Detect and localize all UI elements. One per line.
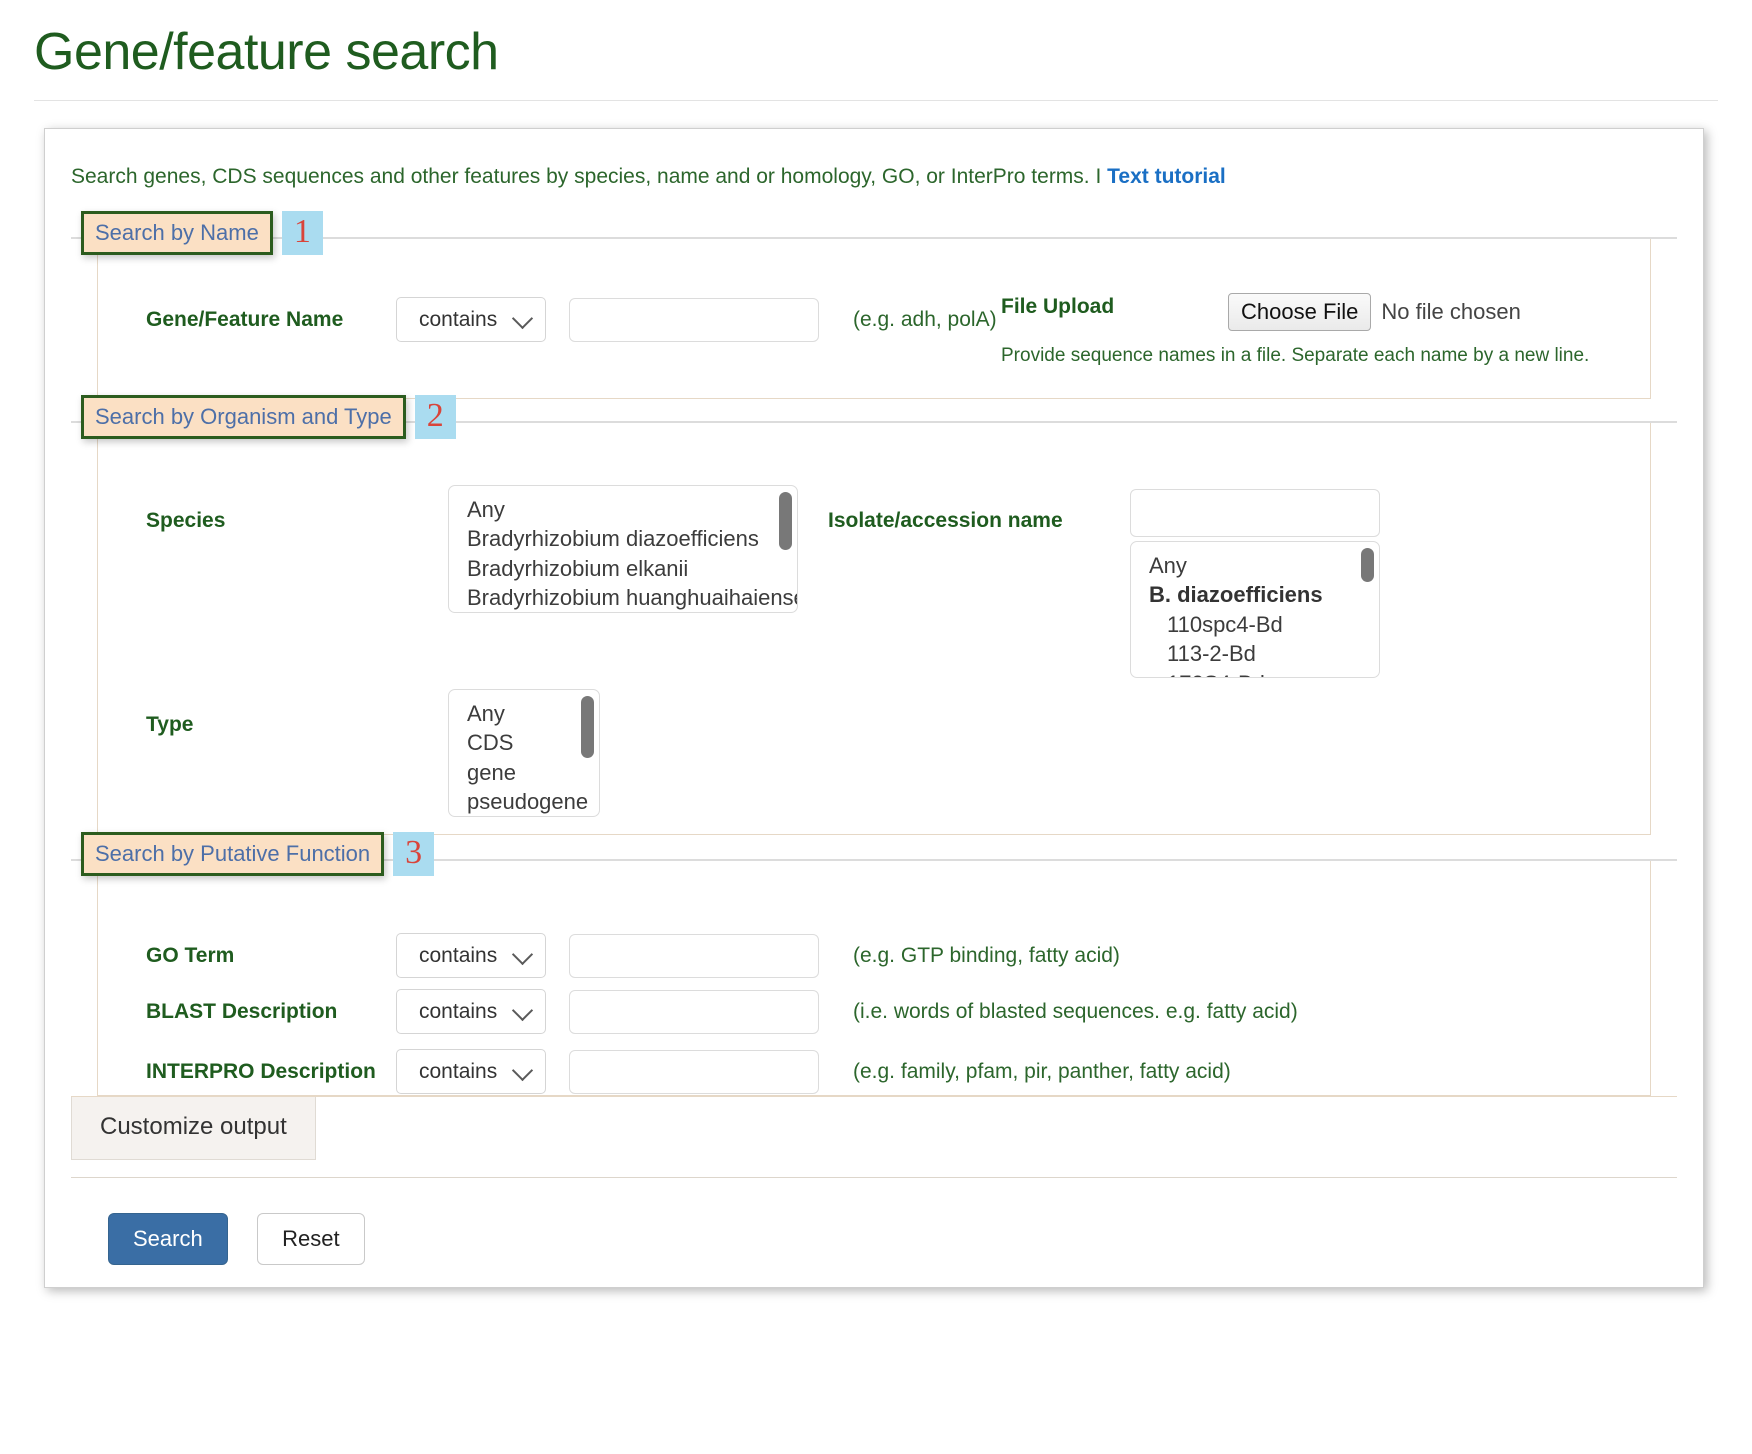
- list-item[interactable]: Bradyrhizobium elkanii: [449, 554, 797, 583]
- name-section-body: Gene/Feature Name contains (e.g. adh, po…: [97, 239, 1651, 399]
- isolate-option-list[interactable]: Any B. diazoefficiens 110spc4-Bd 113-2-B…: [1131, 542, 1379, 677]
- list-item[interactable]: CDS: [449, 728, 599, 757]
- isolate-listbox[interactable]: Any B. diazoefficiens 110spc4-Bd 113-2-B…: [1130, 541, 1380, 678]
- customize-output-tabstrip: Customize output: [71, 1096, 1677, 1160]
- blast-description-hint: (i.e. words of blasted sequences. e.g. f…: [853, 999, 1298, 1023]
- file-upload-label: File Upload: [1001, 295, 1115, 318]
- gene-name-hint: (e.g. adh, polA): [853, 307, 997, 331]
- section-2-legend: Search by Organism and Type 2: [81, 395, 456, 440]
- gene-name-input[interactable]: [569, 297, 819, 342]
- list-item[interactable]: Any: [449, 495, 797, 524]
- go-term-operator-wrapper: contains: [396, 933, 546, 978]
- section-2-badge: 2: [414, 395, 456, 440]
- section-3-legend: Search by Putative Function 3: [81, 832, 435, 877]
- chosen-file-name: No file chosen: [1381, 299, 1521, 324]
- list-item[interactable]: B. diazoefficiens: [1131, 580, 1379, 609]
- go-term-label: GO Term: [146, 943, 235, 967]
- species-option-list[interactable]: Any Bradyrhizobium diazoefficiens Bradyr…: [449, 486, 797, 612]
- list-item[interactable]: 113-2-Bd: [1131, 639, 1379, 668]
- type-option-list[interactable]: Any CDS gene pseudogene rRNA: [449, 690, 599, 816]
- blast-description-row: BLAST Description contains (i.e. words o…: [146, 989, 1298, 1034]
- type-label: Type: [146, 713, 194, 736]
- text-tutorial-link[interactable]: Text tutorial: [1107, 165, 1226, 188]
- section-1-legend: Search by Name 1: [81, 211, 323, 256]
- footer-divider: [71, 1177, 1677, 1178]
- isolate-scrollbar[interactable]: [1361, 548, 1374, 582]
- gene-name-operator-select[interactable]: contains: [396, 297, 546, 342]
- species-label: Species: [146, 509, 226, 532]
- section-3-badge: 3: [393, 832, 435, 877]
- type-listbox[interactable]: Any CDS gene pseudogene rRNA: [448, 689, 600, 817]
- section-2-legend-label: Search by Organism and Type: [81, 395, 406, 440]
- blast-description-label: BLAST Description: [146, 999, 338, 1023]
- title-divider: [34, 100, 1718, 101]
- go-term-input[interactable]: [569, 933, 819, 978]
- list-item[interactable]: pseudogene: [449, 787, 599, 816]
- section-1-legend-label: Search by Name: [81, 211, 273, 256]
- interpro-operator-select[interactable]: contains: [396, 1049, 546, 1094]
- go-term-row: GO Term contains (e.g. GTP binding, fatt…: [146, 933, 1120, 978]
- gene-name-label: Gene/Feature Name: [146, 307, 344, 331]
- file-upload-note: Provide sequence names in a file. Separa…: [1001, 345, 1590, 366]
- list-item[interactable]: Bradyrhizobium huanghuaihaiense: [449, 583, 797, 612]
- section-1-badge: 1: [281, 211, 323, 256]
- species-listbox[interactable]: Any Bradyrhizobium diazoefficiens Bradyr…: [448, 485, 798, 613]
- list-item[interactable]: Any: [449, 699, 599, 728]
- list-item[interactable]: Bradyrhizobium diazoefficiens: [449, 524, 797, 553]
- go-term-hint: (e.g. GTP binding, fatty acid): [853, 943, 1120, 967]
- search-form-panel: Search genes, CDS sequences and other fe…: [44, 128, 1704, 1288]
- file-input-row: Choose File No file chosen: [1228, 293, 1521, 331]
- organism-section-body: Species Any Bradyrhizobium diazoefficien…: [97, 423, 1651, 835]
- type-scrollbar[interactable]: [581, 696, 594, 758]
- interpro-description-row: INTERPRO Description contains (e.g. fami…: [146, 1049, 1231, 1094]
- list-item[interactable]: Any: [1131, 551, 1379, 580]
- function-section-body: GO Term contains (e.g. GTP binding, fatt…: [97, 861, 1651, 1096]
- section-3-legend-label: Search by Putative Function: [81, 832, 385, 877]
- list-item[interactable]: 172S4-Bd: [1131, 669, 1379, 677]
- file-upload-row: File Upload: [1001, 295, 1114, 319]
- gene-name-operator-wrapper: contains: [396, 297, 546, 342]
- search-button[interactable]: Search: [108, 1213, 228, 1265]
- blast-operator-wrapper: contains: [396, 989, 546, 1034]
- interpro-description-hint: (e.g. family, pfam, pir, panther, fatty …: [853, 1059, 1231, 1083]
- choose-file-button[interactable]: Choose File: [1228, 293, 1372, 331]
- go-term-operator-select[interactable]: contains: [396, 933, 546, 978]
- isolate-label: Isolate/accession name: [828, 509, 1063, 532]
- blast-description-input[interactable]: [569, 989, 819, 1034]
- interpro-description-input[interactable]: [569, 1049, 819, 1094]
- list-item[interactable]: gene: [449, 758, 599, 787]
- reset-button[interactable]: Reset: [257, 1213, 365, 1265]
- species-scrollbar[interactable]: [779, 492, 792, 550]
- isolate-input[interactable]: [1130, 489, 1380, 537]
- action-buttons: Search Reset: [108, 1213, 365, 1265]
- interpro-operator-wrapper: contains: [396, 1049, 546, 1094]
- tab-customize-output[interactable]: Customize output: [71, 1097, 316, 1160]
- blast-operator-select[interactable]: contains: [396, 989, 546, 1034]
- list-item[interactable]: 110spc4-Bd: [1131, 610, 1379, 639]
- interpro-description-label: INTERPRO Description: [146, 1059, 376, 1083]
- intro-text: Search genes, CDS sequences and other fe…: [45, 129, 1703, 189]
- intro-label: Search genes, CDS sequences and other fe…: [71, 165, 1108, 188]
- gene-name-row: Gene/Feature Name contains (e.g. adh, po…: [146, 297, 997, 342]
- page-title: Gene/feature search: [34, 23, 499, 81]
